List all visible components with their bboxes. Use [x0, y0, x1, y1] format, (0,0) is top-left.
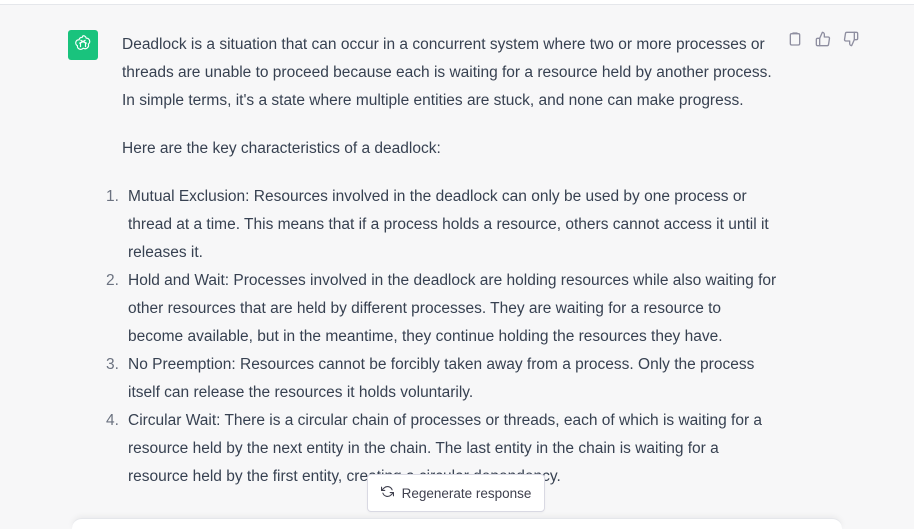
assistant-message: Deadlock is a situation that can occur i…	[106, 31, 777, 491]
assistant-avatar	[68, 30, 98, 60]
thumbs-down-icon	[843, 31, 859, 52]
regenerate-button[interactable]: Regenerate response	[367, 474, 545, 512]
refresh-icon	[380, 485, 394, 501]
message-actions	[786, 31, 860, 52]
thumbs-up-icon	[815, 31, 831, 52]
thumbs-down-button[interactable]	[842, 31, 860, 52]
list-item-text: Mutual Exclusion: Resources involved in …	[128, 188, 769, 261]
list-item-text: Hold and Wait: Processes involved in the…	[128, 272, 777, 345]
regenerate-label: Regenerate response	[401, 485, 532, 501]
list-item: 2. Hold and Wait: Processes involved in …	[106, 267, 777, 351]
openai-logo-icon	[73, 33, 93, 58]
list-number: 3.	[106, 356, 119, 373]
characteristics-list: 1. Mutual Exclusion: Resources involved …	[106, 183, 777, 491]
copy-button[interactable]	[786, 31, 804, 52]
message-intro: Deadlock is a situation that can occur i…	[122, 36, 772, 109]
chat-input-edge[interactable]	[72, 518, 842, 529]
thumbs-up-button[interactable]	[814, 31, 832, 52]
list-item: 1. Mutual Exclusion: Resources involved …	[106, 183, 777, 267]
message-lead: Here are the key characteristics of a de…	[122, 140, 441, 157]
top-divider	[0, 0, 914, 5]
list-item: 3. No Preemption: Resources cannot be fo…	[106, 351, 777, 407]
clipboard-icon	[787, 31, 803, 52]
list-number: 4.	[106, 412, 119, 429]
list-number: 1.	[106, 188, 119, 205]
list-item-text: No Preemption: Resources cannot be forci…	[128, 356, 755, 401]
list-number: 2.	[106, 272, 119, 289]
